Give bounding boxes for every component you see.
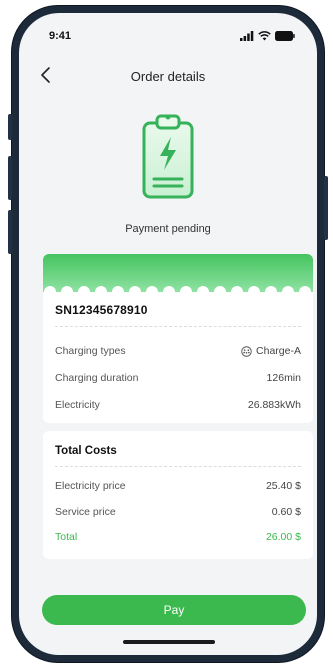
top-nav-bar: Order details [19, 59, 317, 89]
cost-row-electricity-price: Electricity price 25.40 $ [55, 480, 301, 496]
dashed-divider [55, 466, 301, 467]
serial-number: SN12345678910 [55, 303, 148, 317]
cost-row-total: Total 26.00 $ [55, 531, 301, 547]
row-value: 0.60 $ [271, 506, 301, 518]
clipboard-lightning-icon [142, 114, 194, 199]
cellular-signal-icon [240, 31, 254, 41]
phone-frame: 9:41 Order details Payment pending SN123… [8, 6, 328, 662]
volume-down-button [8, 210, 12, 254]
status-icons [240, 31, 295, 41]
total-label: Total [55, 531, 78, 543]
scalloped-edge [43, 286, 313, 296]
info-row-charging-type: Charging types Charge-A [55, 345, 301, 361]
status-time: 9:41 [49, 30, 72, 42]
pay-button[interactable]: Pay [42, 595, 306, 625]
row-label: Electricity price [55, 480, 126, 492]
info-row-charging-duration: Charging duration 126min [55, 372, 301, 388]
row-value: 126min [266, 372, 301, 384]
charger-plug-icon [241, 345, 252, 357]
mute-switch [8, 114, 12, 140]
volume-up-button [8, 156, 12, 200]
row-value: Charge-A [241, 345, 301, 357]
payment-status-text: Payment pending [125, 223, 211, 235]
status-bar: 9:41 [19, 13, 317, 51]
row-label: Electricity [55, 399, 100, 411]
charging-type-value: Charge-A [256, 345, 301, 357]
home-indicator[interactable] [123, 640, 215, 644]
order-info-card: SN12345678910 Charging types Charge-A Ch… [43, 254, 313, 423]
info-row-electricity: Electricity 26.883kWh [55, 399, 301, 415]
battery-icon [275, 31, 295, 41]
page-title: Order details [130, 69, 206, 84]
total-value: 26.00 $ [265, 531, 301, 543]
row-label: Service price [55, 506, 116, 518]
power-button [324, 176, 328, 240]
payment-status-illustration [140, 109, 196, 205]
row-value: 26.883kWh [247, 399, 301, 411]
dashed-divider [55, 326, 301, 327]
row-label: Charging duration [55, 372, 139, 384]
costs-title: Total Costs [55, 445, 117, 457]
row-value: 25.40 $ [265, 480, 301, 492]
total-costs-card: Total Costs Electricity price 25.40 $ Se… [43, 431, 313, 559]
cost-row-service-price: Service price 0.60 $ [55, 506, 301, 522]
app-screen: 9:41 Order details Payment pending SN123… [19, 13, 317, 655]
wifi-icon [258, 31, 271, 41]
row-label: Charging types [55, 345, 126, 357]
